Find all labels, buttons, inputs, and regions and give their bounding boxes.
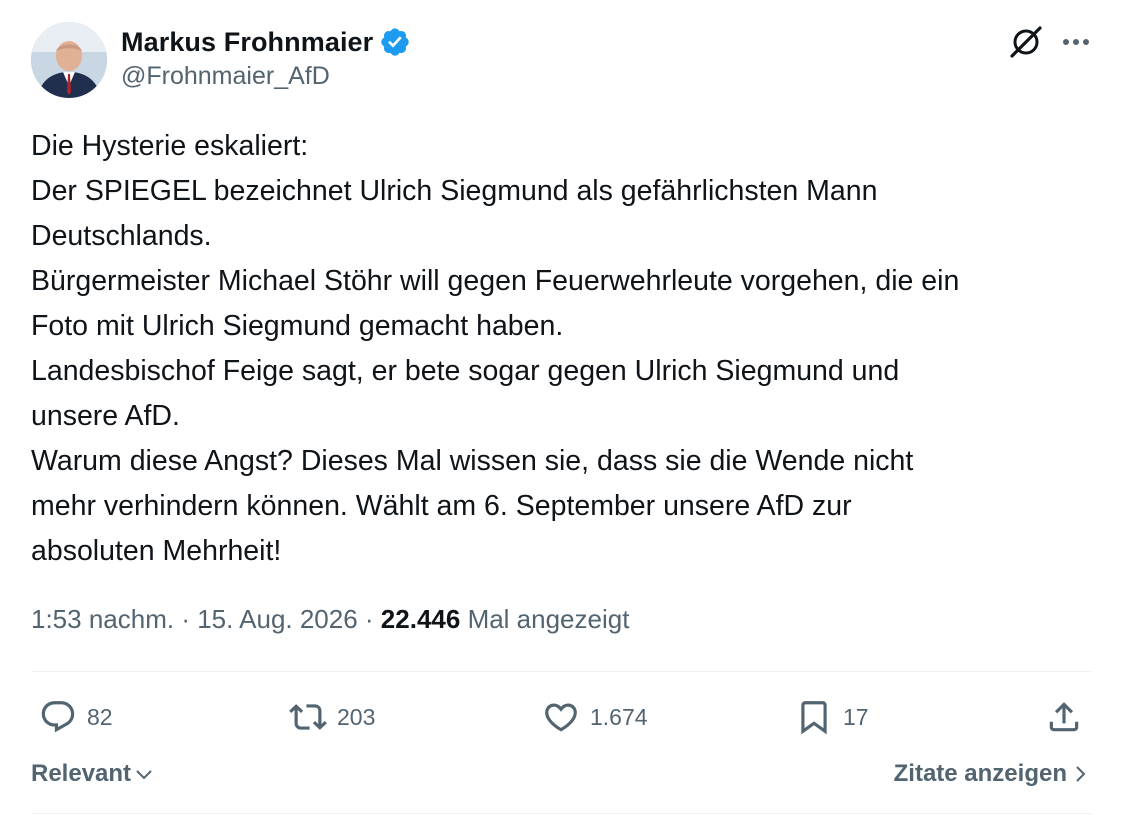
- quotes-label: Zitate anzeigen: [893, 760, 1067, 787]
- divider: [31, 813, 1092, 814]
- tweet-text: Die Hysterie eskaliert: Der SPIEGEL beze…: [31, 124, 1101, 574]
- like-button[interactable]: 1.674: [542, 696, 648, 738]
- tweet-line: Der SPIEGEL bezeichnet Ulrich Siegmund a…: [31, 175, 878, 207]
- reply-count: 82: [87, 703, 113, 730]
- repost-button[interactable]: 203: [289, 696, 375, 738]
- tweet-line: Warum diese Angst? Dieses Mal wissen sie…: [31, 445, 914, 477]
- share-button[interactable]: [1045, 696, 1093, 738]
- views-label[interactable]: Mal angezeigt: [468, 604, 630, 634]
- meta-separator: ·: [357, 604, 381, 634]
- chevron-right-icon: [1076, 766, 1086, 782]
- verified-badge-icon: [381, 28, 409, 56]
- tweet-line: unsere AfD.: [31, 400, 180, 432]
- tweet-meta: 1:53 nachm. · 15. Aug. 2026 · 22.446 Mal…: [31, 604, 629, 635]
- tweet-line: mehr verhindern können. Wählt am 6. Sept…: [31, 490, 852, 522]
- author-handle[interactable]: @Frohnmaier_AfD: [121, 62, 330, 91]
- chevron-down-icon: [136, 770, 152, 780]
- like-count: 1.674: [590, 703, 648, 730]
- repost-icon: [289, 704, 327, 730]
- grok-icon[interactable]: [1006, 22, 1046, 62]
- tweet-line: Foto mit Ulrich Siegmund gemacht haben.: [31, 310, 564, 342]
- author-name[interactable]: Markus Frohnmaier: [121, 27, 373, 58]
- sort-label: Relevant: [31, 760, 132, 787]
- more-icon[interactable]: [1058, 24, 1094, 60]
- views-count[interactable]: 22.446: [381, 604, 461, 634]
- meta-separator: ·: [174, 604, 198, 634]
- tweet-line: Landesbischof Feige sagt, er bete sogar …: [31, 355, 900, 387]
- bookmark-button[interactable]: 17: [795, 696, 869, 738]
- bookmark-icon: [801, 701, 827, 735]
- tweet-line: Deutschlands.: [31, 220, 212, 252]
- avatar-image: [31, 22, 107, 98]
- repost-count: 203: [337, 703, 376, 730]
- sort-dropdown[interactable]: Relevant: [31, 760, 154, 788]
- share-icon: [1049, 702, 1079, 732]
- author-name-row[interactable]: Markus Frohnmaier: [121, 24, 411, 60]
- tweet-line: Die Hysterie eskaliert:: [31, 130, 309, 162]
- reply-button[interactable]: 82: [39, 696, 113, 738]
- tweet-line: Bürgermeister Michael Stöhr will gegen F…: [31, 265, 960, 297]
- reply-icon: [41, 701, 75, 733]
- bookmark-count: 17: [843, 703, 869, 730]
- divider: [31, 671, 1092, 672]
- like-icon: [545, 703, 577, 732]
- tweet-date[interactable]: 15. Aug. 2026: [197, 604, 357, 634]
- tweet-line: absoluten Mehrheit!: [31, 535, 282, 567]
- avatar[interactable]: [31, 22, 107, 98]
- view-quotes-link[interactable]: Zitate anzeigen: [894, 760, 1090, 788]
- tweet-time[interactable]: 1:53 nachm.: [31, 604, 174, 634]
